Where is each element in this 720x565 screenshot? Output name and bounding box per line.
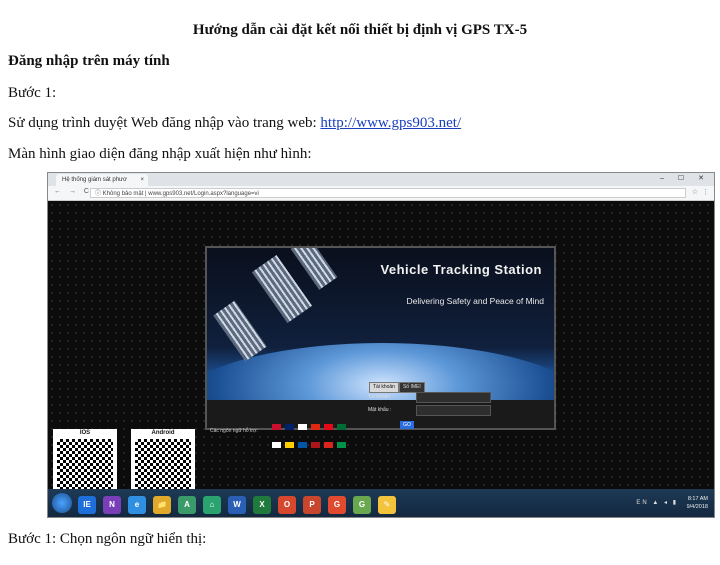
- tab-account[interactable]: Tài khoản: [369, 382, 399, 393]
- language-flag[interactable]: [272, 442, 281, 448]
- url-text: www.gps903.net/Login.aspx?language=vi: [148, 191, 259, 197]
- taskbar-app-icon[interactable]: X: [253, 496, 271, 514]
- language-flags: [270, 418, 360, 454]
- qr-code-image: [135, 439, 191, 493]
- url-input[interactable]: ⓘ Không bảo mật | www.gps903.net/Login.a…: [90, 188, 686, 198]
- satellite-panel-image: [290, 248, 338, 290]
- go-button[interactable]: GO: [400, 421, 414, 429]
- language-flag[interactable]: [285, 424, 294, 430]
- password-label: Mật khẩu :: [368, 407, 392, 413]
- taskbar-app-icon[interactable]: ✎: [378, 496, 396, 514]
- taskbar-app-icon[interactable]: N: [103, 496, 121, 514]
- system-tray[interactable]: EN ▲ ◂ ▮: [636, 499, 678, 506]
- account-input[interactable]: [416, 392, 491, 403]
- qr-code-image: [57, 439, 113, 493]
- language-flag[interactable]: [324, 424, 333, 430]
- screen-caption: Màn hình giao diện đăng nhập xuất hiện n…: [8, 146, 312, 162]
- language-flag[interactable]: [272, 424, 281, 430]
- qr-ios-label: IOS: [79, 430, 91, 436]
- taskbar-app-icon[interactable]: G: [353, 496, 371, 514]
- language-flag[interactable]: [298, 442, 307, 448]
- language-flag[interactable]: [298, 424, 307, 430]
- language-flag[interactable]: [324, 442, 333, 448]
- security-label: Không bảo mật: [102, 191, 144, 197]
- gps903-link[interactable]: http://www.gps903.net/: [320, 115, 461, 131]
- login-panel: Vehicle Tracking Station Delivering Safe…: [205, 246, 556, 430]
- login-screenshot: Hệ thống giám sát phươ × – ☐ ✕ ← → C ⓘ Kh…: [47, 172, 715, 518]
- instruction-line: Sử dụng trình duyệt Web đăng nhập vào tr…: [8, 115, 461, 132]
- taskbar-app-icon[interactable]: IE: [78, 496, 96, 514]
- login-bar: [207, 400, 554, 428]
- qr-android: Android: [131, 429, 195, 496]
- site-brand: Vehicle Tracking Station: [380, 262, 542, 277]
- taskbar-app-icon[interactable]: ⌂: [203, 496, 221, 514]
- document-title: Hướng dẫn cài đặt kết nối thiết bị định …: [192, 22, 528, 38]
- taskbar-app-icon[interactable]: P: [303, 496, 321, 514]
- language-flag[interactable]: [337, 442, 346, 448]
- tab-title: Hệ thống giám sát phươ: [62, 177, 127, 183]
- taskbar-app-icon[interactable]: W: [228, 496, 246, 514]
- login-tabs: Tài khoản Số IMEI: [369, 375, 425, 393]
- taskbar-icons: IE Ne 📁 A ⌂ W X O P G G ✎: [78, 494, 403, 514]
- browser-tabbar: Hệ thống giám sát phươ × – ☐ ✕: [48, 173, 714, 186]
- taskbar-app-icon[interactable]: e: [128, 496, 146, 514]
- section-heading: Đăng nhập trên máy tính: [8, 53, 170, 69]
- taskbar-clock[interactable]: 8:17 AM 9/4/2018: [687, 495, 708, 511]
- language-flag[interactable]: [337, 424, 346, 430]
- site-page: Vehicle Tracking Station Delivering Safe…: [48, 201, 714, 496]
- language-flag[interactable]: [311, 442, 320, 448]
- taskbar-app-icon[interactable]: A: [178, 496, 196, 514]
- tab-close-icon[interactable]: ×: [140, 174, 144, 186]
- step1b-label: Bước 1: Chọn ngôn ngữ hiển thị:: [8, 531, 207, 547]
- instruction-text: Sử dụng trình duyệt Web đăng nhập vào tr…: [8, 115, 321, 131]
- language-flag[interactable]: [285, 442, 294, 448]
- clock-time: 8:17 AM: [687, 496, 708, 502]
- window-controls[interactable]: – ☐ ✕: [660, 174, 710, 182]
- step1-label: Bước 1:: [8, 85, 57, 101]
- start-button[interactable]: [52, 493, 72, 513]
- clock-date: 9/4/2018: [686, 504, 708, 510]
- browser-menu-icon[interactable]: ⋮: [702, 188, 709, 196]
- qr-ios: IOS: [53, 429, 117, 496]
- taskbar-app-icon[interactable]: O: [278, 496, 296, 514]
- language-flag[interactable]: [311, 424, 320, 430]
- windows-taskbar: IE Ne 📁 A ⌂ W X O P G G ✎ EN ▲ ◂ ▮ 8:17 AM 9/4/2018: [48, 489, 714, 517]
- address-bar: ← → C ⓘ Không bảo mật | www.gps903.net/L…: [48, 186, 714, 201]
- bookmark-star-icon[interactable]: ☆: [692, 188, 698, 196]
- nav-buttons[interactable]: ← → C: [54, 188, 92, 195]
- taskbar-app-icon[interactable]: 📁: [153, 496, 171, 514]
- site-tagline: Delivering Safety and Peace of Mind: [406, 296, 545, 306]
- browser-tab[interactable]: Hệ thống giám sát phươ ×: [56, 174, 148, 186]
- qr-android-label: Android: [151, 430, 175, 436]
- language-label: Các ngôn ngữ hỗ trợ:: [210, 428, 258, 434]
- taskbar-app-icon[interactable]: G: [328, 496, 346, 514]
- password-input[interactable]: [416, 405, 491, 416]
- satellite-panel-image: [213, 300, 267, 362]
- account-label: Tài khoản :: [368, 394, 393, 400]
